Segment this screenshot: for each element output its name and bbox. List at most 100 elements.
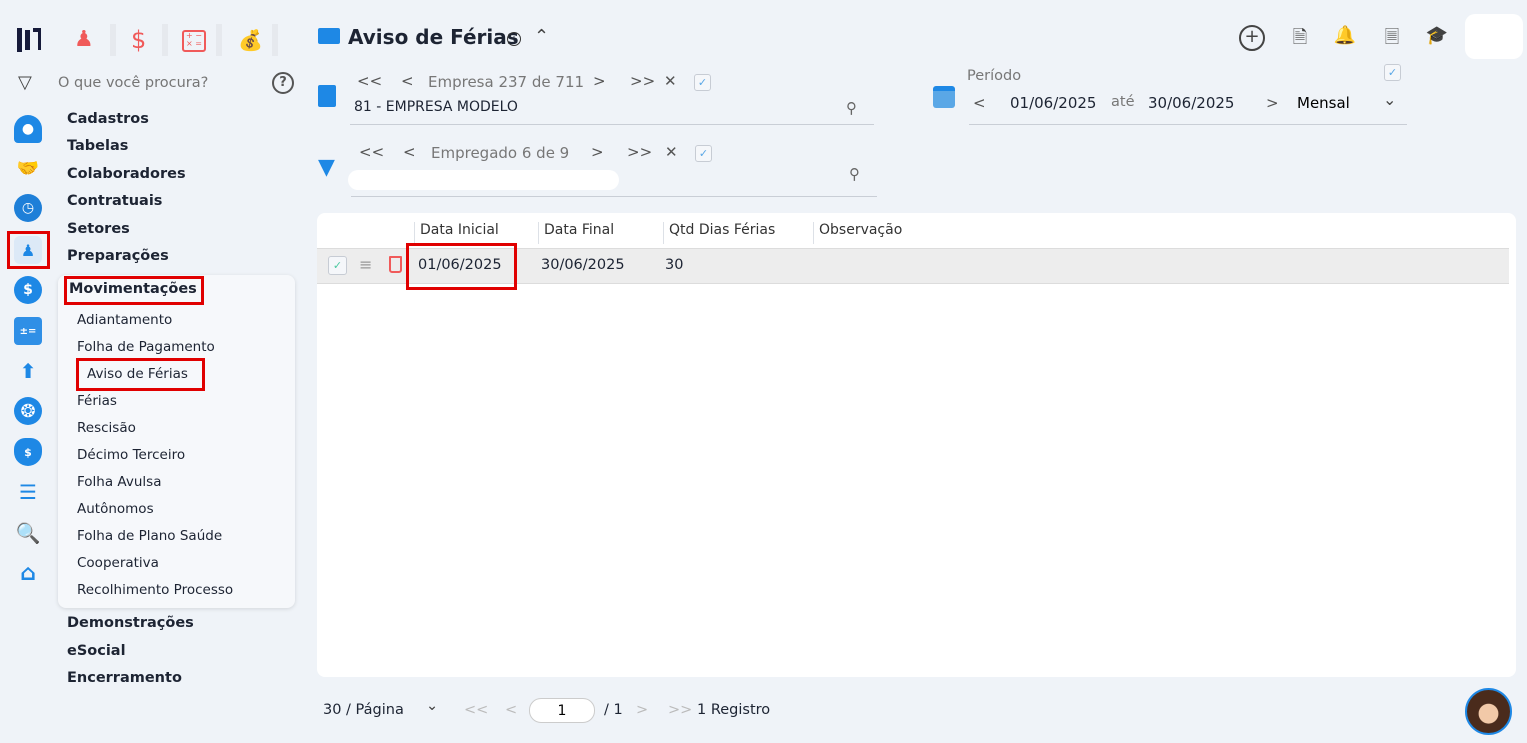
prev-empresa-button[interactable]: < [401, 72, 414, 90]
column-header-data-inicial[interactable]: Data Inicial [414, 222, 499, 244]
menu-preparacoes[interactable]: Preparações [67, 248, 169, 264]
menu-colaboradores[interactable]: Colaboradores [67, 166, 186, 182]
money-bag-icon[interactable]: 💰 [238, 28, 263, 52]
chevron-down-icon[interactable]: ⌄ [1383, 90, 1396, 109]
user-menu-box[interactable] [1465, 14, 1523, 59]
bell-icon[interactable]: 🔔 [1332, 25, 1358, 51]
empregado-search-icon[interactable]: ⚲ [849, 165, 860, 183]
dollar-icon[interactable]: $ [131, 26, 146, 54]
empregado-input[interactable] [348, 170, 619, 190]
empregado-checkbox[interactable]: ✓ [695, 145, 712, 162]
empresa-search-icon[interactable]: ⚲ [846, 99, 857, 117]
menu-movimentacoes[interactable]: Movimentações [69, 281, 197, 297]
page-input[interactable] [529, 698, 595, 723]
prev-empregado-button[interactable]: < [403, 143, 416, 161]
column-header-data-final[interactable]: Data Final [538, 222, 614, 244]
page-title: Aviso de Férias [348, 25, 519, 49]
cell-qtd-dias[interactable]: 30 [665, 257, 683, 273]
home-icon[interactable]: ⌂ [14, 559, 42, 587]
menu-cadastros[interactable]: Cadastros [67, 111, 149, 127]
periodo-start[interactable]: 01/06/2025 [1010, 94, 1096, 112]
submenu-ferias[interactable]: Férias [77, 393, 117, 409]
layers-icon[interactable]: ☰ [14, 478, 42, 506]
clock-icon[interactable]: ◷ [14, 194, 42, 222]
submenu-cooperativa[interactable]: Cooperativa [77, 555, 159, 571]
dollar-circle-icon[interactable]: $ [14, 276, 42, 304]
menu-demonstracoes[interactable]: Demonstrações [67, 615, 194, 631]
cell-data-final[interactable]: 30/06/2025 [541, 257, 625, 273]
last-empregado-button[interactable]: >> [627, 143, 652, 161]
column-header-observacao[interactable]: Observação [813, 222, 902, 244]
submenu-aviso-ferias[interactable]: Aviso de Férias [87, 366, 188, 382]
last-empresa-button[interactable]: >> [630, 72, 655, 90]
prev-page-button[interactable]: < [505, 702, 517, 718]
submenu-recolhimento-processo[interactable]: Recolhimento Processo [77, 582, 233, 598]
employees-icon[interactable]: ♟ [14, 236, 42, 264]
submenu-adiantamento[interactable]: Adiantamento [77, 312, 172, 328]
menu-esocial[interactable]: eSocial [67, 643, 126, 659]
submenu-decimo-terceiro[interactable]: Décimo Terceiro [77, 447, 185, 463]
periodo-mode-select[interactable]: Mensal [1297, 94, 1350, 112]
clear-empregado-icon[interactable]: ✕ [665, 143, 678, 161]
first-empregado-button[interactable]: << [359, 143, 384, 161]
row-checkbox[interactable]: ✓ [328, 256, 347, 275]
collapse-chevron-icon[interactable]: ⌃ [534, 26, 549, 47]
filter-icon[interactable]: ▽ [18, 72, 32, 93]
calendar-clock-icon [933, 86, 955, 108]
report-search-icon[interactable]: 🗏 [1379, 25, 1405, 51]
gear-network-icon[interactable]: ❂ [14, 397, 42, 425]
menu-search-input[interactable] [58, 72, 258, 94]
calculator-rail-icon[interactable]: ±= [14, 317, 42, 345]
app-logo[interactable] [16, 26, 44, 54]
info-icon[interactable]: i [507, 32, 521, 46]
empresa-label: Empresa [428, 73, 494, 91]
assistant-avatar[interactable] [1465, 688, 1512, 735]
empresa-sep: de [531, 73, 551, 91]
next-page-button[interactable]: > [636, 702, 648, 718]
handshake-icon[interactable]: 🤝 [14, 154, 42, 182]
last-page-button[interactable]: >> [668, 702, 692, 718]
periodo-end[interactable]: 30/06/2025 [1148, 94, 1234, 112]
total-pages: / 1 [604, 702, 623, 718]
periodo-checkbox[interactable]: ✓ [1384, 64, 1401, 81]
trash-icon[interactable] [389, 256, 402, 273]
arrow-up-icon[interactable]: ⬆ [14, 357, 42, 385]
people-icon[interactable]: ♟ [74, 27, 94, 52]
help-icon[interactable]: ? [272, 72, 294, 94]
money-bag-rail-icon[interactable]: $ [14, 438, 42, 466]
menu-tabelas[interactable]: Tabelas [67, 138, 128, 154]
periodo-label: Período [967, 68, 1022, 84]
first-empresa-button[interactable]: << [357, 72, 382, 90]
funnel-icon: ▼ [318, 155, 335, 180]
divider [272, 24, 278, 56]
empresa-field[interactable]: 81 - EMPRESA MODELO [354, 99, 518, 115]
menu-contratuais[interactable]: Contratuais [67, 193, 162, 209]
submenu-folha-avulsa[interactable]: Folha Avulsa [77, 474, 161, 490]
next-periodo-button[interactable]: > [1266, 94, 1279, 112]
calculator-icon[interactable]: + − × = [182, 30, 206, 52]
monitor-icon [318, 28, 340, 44]
cell-data-inicial[interactable]: 01/06/2025 [418, 257, 502, 273]
menu-encerramento[interactable]: Encerramento [67, 670, 182, 686]
clear-empresa-icon[interactable]: ✕ [664, 72, 677, 90]
column-header-qtd-dias[interactable]: Qtd Dias Férias [663, 222, 775, 244]
prev-periodo-button[interactable]: < [973, 94, 986, 112]
search-rail-icon[interactable]: 🔍 [14, 519, 42, 547]
document-icon[interactable]: 🗎 [1287, 25, 1313, 51]
per-page-chevron-icon[interactable]: ⌄ [426, 698, 438, 714]
periodo-sep: até [1111, 94, 1135, 110]
menu-setores[interactable]: Setores [67, 221, 130, 237]
first-page-button[interactable]: << [464, 702, 488, 718]
user-settings-icon[interactable]: ● [14, 115, 42, 143]
submenu-rescisao[interactable]: Rescisão [77, 420, 136, 436]
per-page-select[interactable]: 30 / Página [323, 702, 404, 718]
add-circle-icon[interactable]: + [1239, 25, 1265, 51]
next-empregado-button[interactable]: > [591, 143, 604, 161]
submenu-folha-plano-saude[interactable]: Folha de Plano Saúde [77, 528, 222, 544]
drag-handle-icon[interactable]: ≡ [359, 255, 372, 274]
next-empresa-button[interactable]: > [593, 72, 606, 90]
submenu-autonomos[interactable]: Autônomos [77, 501, 154, 517]
graduation-cap-icon[interactable]: 🎓 [1424, 25, 1450, 51]
submenu-folha-pagamento[interactable]: Folha de Pagamento [77, 339, 215, 355]
empresa-checkbox[interactable]: ✓ [694, 74, 711, 91]
